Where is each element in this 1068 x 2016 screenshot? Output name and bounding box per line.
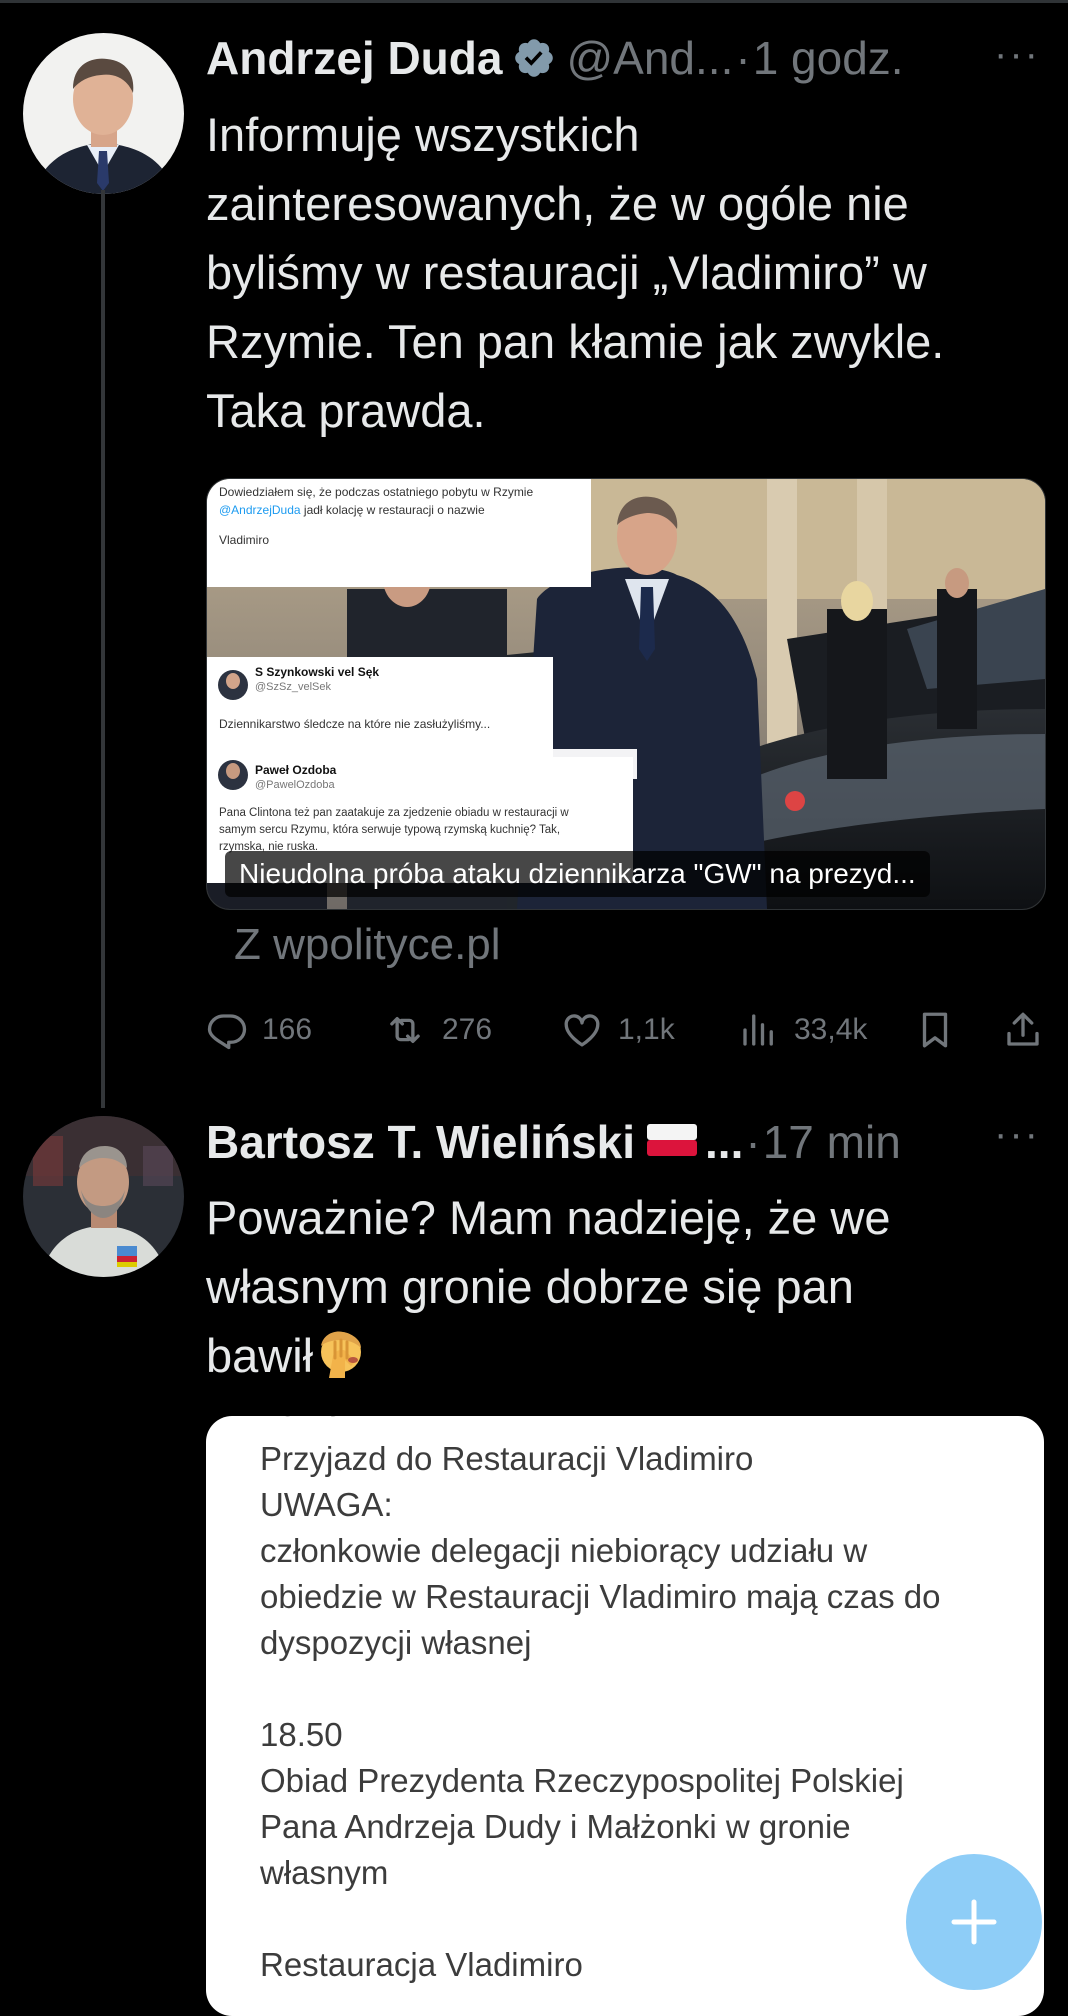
repost-button[interactable]: 276 [382,1000,492,1060]
tweet-text: Informuję wszystkich zainteresowanych, ż… [206,108,945,437]
tweet-text: Poważnie? Mam nadzieję, że we własnym gr… [206,1183,1046,1398]
card-overlay-tweet-text: Dowiedziałem się, że podczas ostatniego … [219,485,534,547]
views-count: 33,4k [794,1013,868,1046]
share-icon [1007,1012,1039,1046]
bookmark-icon [922,1012,948,1048]
card-title[interactable]: Nieudolna próba ataku dziennikarza "GW" … [225,851,930,897]
heart-icon [564,1014,600,1047]
author-name[interactable]: Andrzej Duda [206,31,502,85]
facepalm-emoji-icon [315,1328,367,1398]
doc-cut-time: 18.15 [260,1416,343,1424]
card-quote1-text: Dziennikarstwo śledcze na które nie zasł… [219,717,491,731]
views-button[interactable]: 33,4k [738,1000,867,1060]
repost-icon [390,1016,420,1044]
compose-tweet-button[interactable] [906,1854,1042,1990]
card-quote1-name: S Szynkowski vel Sęk [255,665,380,679]
plus-icon [951,1899,997,1945]
reply-count: 166 [262,1013,313,1046]
author-handle[interactable]: @And... [566,31,733,85]
tweet-actions: 166 276 1,1k 33,4k [206,1000,1051,1060]
share-button[interactable] [1002,1000,1058,1060]
more-options-icon[interactable]: ··· [994,1112,1040,1157]
author-name[interactable]: Bartosz T. Wieliński [206,1115,635,1169]
separator-dot: · [745,1116,761,1168]
card-quote2-handle: @PawelOzdoba [255,779,335,791]
card-quote2-text: Pana Clintona też pan zaatakuje za zjedz… [219,807,569,853]
tweet1-header: Andrzej Duda @And... · 1 godz. [206,26,904,90]
card-quote1-handle: @SzSz_velSek [255,681,331,693]
reply-icon [207,1014,247,1050]
verified-badge-icon[interactable] [512,36,556,80]
more-options-icon[interactable]: ··· [994,32,1040,77]
card-quote2-name: Paweł Ozdoba [255,763,337,777]
repost-count: 276 [442,1013,493,1046]
avatar-andrzej-duda[interactable] [23,33,184,194]
thread-connector-line [101,190,105,1108]
poland-flag-icon [647,1115,698,1169]
link-card-image[interactable]: Dowiedziałem się, że podczas ostatniego … [206,478,1046,910]
avatar-bartosz-wielinski[interactable] [23,1116,184,1277]
separator-dot: · [735,32,751,84]
bookmark-button[interactable] [914,1000,970,1060]
name-truncation: ... [705,1116,744,1168]
card-source-link[interactable]: Z wpolityce.pl [234,920,501,970]
tweet-timestamp[interactable]: 17 min [763,1115,901,1169]
document-text: Przyjazd do Restauracji Vladimiro UWAGA:… [260,1440,941,1983]
views-chart-icon [743,1014,773,1046]
tweet-timestamp[interactable]: 1 godz. [753,31,904,85]
like-button[interactable]: 1,1k [560,1000,675,1060]
like-count: 1,1k [618,1013,675,1046]
reply-button[interactable]: 166 [206,1000,312,1060]
top-divider [0,0,1068,3]
tweet2-header: Bartosz T. Wieliński ... · 17 min [206,1110,901,1174]
